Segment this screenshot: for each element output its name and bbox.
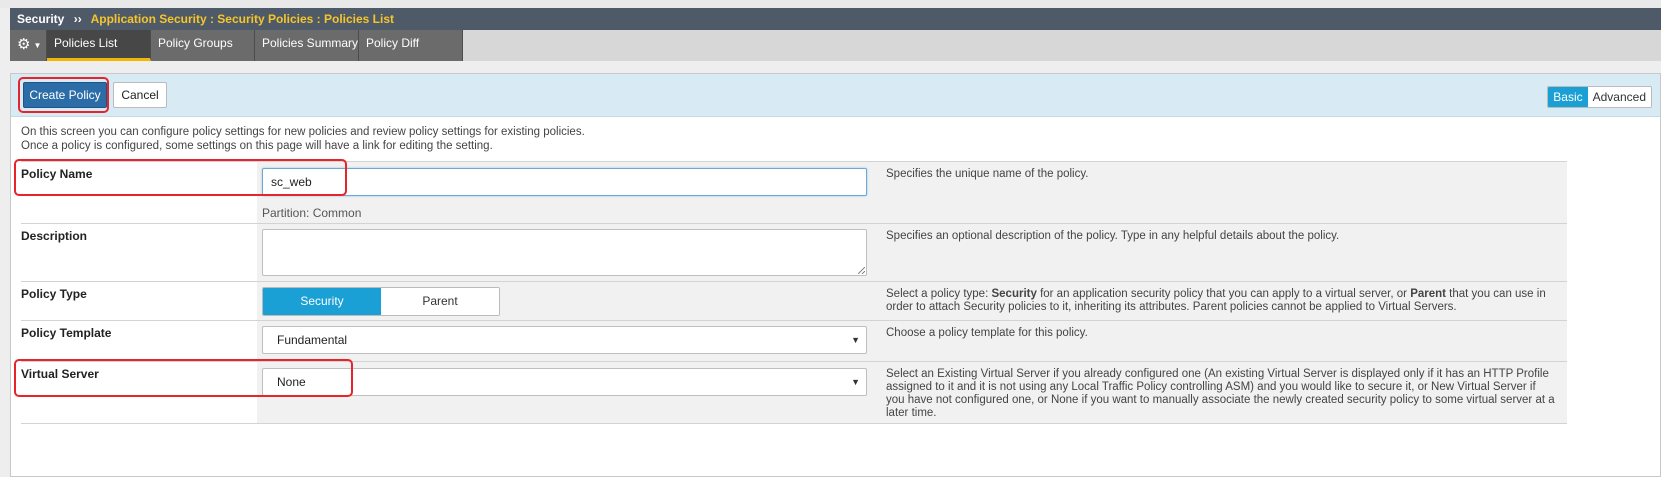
virtual-server-label: Virtual Server bbox=[21, 362, 257, 423]
intro-line-1: On this screen you can configure policy … bbox=[21, 126, 585, 138]
policy-panel: Create Policy Cancel Basic Advanced On t… bbox=[10, 73, 1661, 477]
policy-template-select[interactable]: Fundamental ▼ bbox=[262, 326, 867, 354]
breadcrumb-separator: ›› bbox=[73, 12, 82, 26]
policy-template-help: Choose a policy template for this policy… bbox=[876, 321, 1567, 361]
tab-policy-groups[interactable]: Policy Groups bbox=[151, 30, 255, 61]
description-control bbox=[257, 224, 876, 281]
policy-template-row: Policy Template Fundamental ▼ Choose a p… bbox=[21, 320, 1567, 361]
caret-down-icon: ▼ bbox=[33, 40, 42, 50]
policy-type-row: Policy Type Security Parent Select a pol… bbox=[21, 281, 1567, 320]
dropdown-arrow-icon: ▼ bbox=[851, 377, 860, 387]
form-bottom-divider bbox=[21, 423, 1567, 424]
description-help: Specifies an optional description of the… bbox=[876, 224, 1567, 281]
intro-text: On this screen you can configure policy … bbox=[21, 125, 585, 153]
basic-mode-button[interactable]: Basic bbox=[1548, 87, 1588, 107]
virtual-server-value: None bbox=[277, 375, 306, 389]
gear-icon: ⚙ bbox=[17, 36, 31, 53]
gear-menu-button[interactable]: ⚙ ▼ bbox=[10, 30, 47, 61]
create-policy-button[interactable]: Create Policy bbox=[23, 82, 107, 108]
breadcrumb-path: Application Security : Security Policies… bbox=[90, 12, 395, 26]
description-textarea[interactable] bbox=[262, 229, 867, 276]
top-strip bbox=[0, 0, 1661, 8]
policy-name-help: Specifies the unique name of the policy. bbox=[876, 162, 1567, 223]
description-label: Description bbox=[21, 224, 257, 281]
policy-name-control: sc_web Partition: Common bbox=[257, 162, 876, 223]
policy-type-label: Policy Type bbox=[21, 282, 257, 320]
breadcrumb-root[interactable]: Security bbox=[17, 12, 64, 26]
cancel-button[interactable]: Cancel bbox=[113, 82, 167, 108]
tab-policy-diff[interactable]: Policy Diff bbox=[359, 30, 463, 61]
policy-type-parent-option[interactable]: Parent bbox=[381, 288, 499, 315]
resize-handle-icon[interactable] bbox=[858, 267, 865, 274]
policy-name-label: Policy Name bbox=[21, 162, 257, 223]
description-row: Description Specifies an optional descri… bbox=[21, 223, 1567, 281]
policy-type-security-option[interactable]: Security bbox=[263, 288, 381, 315]
policy-name-row: Policy Name sc_web Partition: Common Spe… bbox=[21, 161, 1567, 223]
breadcrumb: Security ›› Application Security : Secur… bbox=[10, 8, 1661, 30]
policy-template-value: Fundamental bbox=[277, 333, 348, 347]
advanced-mode-button[interactable]: Advanced bbox=[1587, 87, 1651, 107]
policy-type-control: Security Parent bbox=[257, 282, 876, 320]
view-mode-toggle: Basic Advanced bbox=[1547, 86, 1652, 108]
virtual-server-row: Virtual Server None ▼ Select an Existing… bbox=[21, 361, 1567, 423]
policy-name-input[interactable]: sc_web bbox=[262, 168, 867, 196]
partition-text: Partition: Common bbox=[262, 206, 362, 220]
policy-template-control: Fundamental ▼ bbox=[257, 321, 876, 361]
dropdown-arrow-icon: ▼ bbox=[851, 335, 860, 345]
action-bar: Create Policy Cancel Basic Advanced bbox=[11, 74, 1660, 117]
tab-policies-summary[interactable]: Policies Summary bbox=[255, 30, 359, 61]
intro-line-2: Once a policy is configured, some settin… bbox=[21, 140, 493, 152]
policy-template-label: Policy Template bbox=[21, 321, 257, 361]
tab-bar: ⚙ ▼ Policies List Policy Groups Policies … bbox=[10, 30, 1661, 61]
virtual-server-help: Select an Existing Virtual Server if you… bbox=[876, 362, 1567, 423]
virtual-server-select[interactable]: None ▼ bbox=[262, 368, 867, 396]
policy-type-help: Select a policy type: Security for an ap… bbox=[876, 282, 1567, 320]
virtual-server-control: None ▼ bbox=[257, 362, 876, 423]
policy-type-toggle: Security Parent bbox=[262, 287, 500, 316]
tab-policies-list[interactable]: Policies List bbox=[47, 30, 151, 61]
